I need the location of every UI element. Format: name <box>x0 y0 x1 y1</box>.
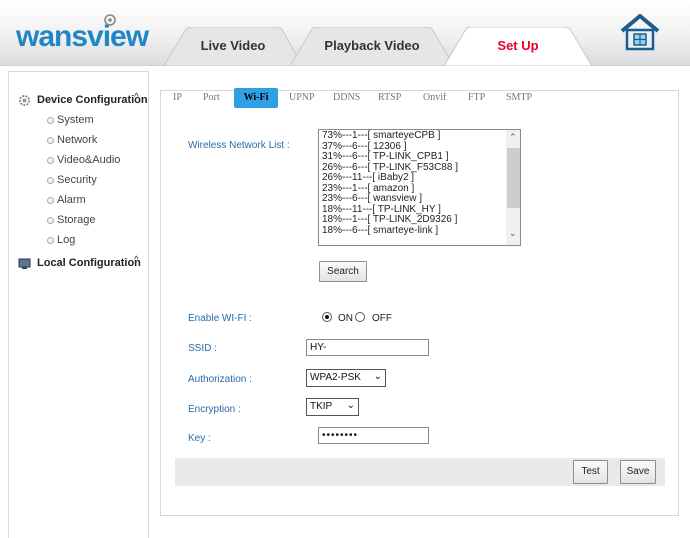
tab-playback-video-label: Playback Video <box>324 38 420 53</box>
bullet-icon <box>47 117 54 124</box>
settings-subtabs: IP Port Wi-Fi UPNP DDNS RTSP Onvif FTP S… <box>160 88 679 108</box>
sidebar-item-storage[interactable]: Storage <box>9 211 148 231</box>
bullet-icon <box>47 197 54 204</box>
bullet-icon <box>47 137 54 144</box>
network-list-item[interactable]: 31%---6---[ TP-LINK_CPB1 ] <box>322 151 507 163</box>
sidebar-item-label: Security <box>57 174 97 186</box>
sidebar-item-video-audio[interactable]: Video&Audio <box>9 151 148 171</box>
wansview-logo: wansview <box>15 14 151 53</box>
key-label: Key : <box>188 433 211 444</box>
test-button[interactable]: Test <box>573 460 608 484</box>
left-nav-panel: Device Configuration ^ System Network Vi… <box>8 71 149 538</box>
tab-set-up-label: Set Up <box>497 38 539 53</box>
tab-live-video[interactable]: Live Video <box>164 27 302 66</box>
list-scrollbar[interactable]: ⌃ ⌄ <box>506 130 520 245</box>
subtab-wifi[interactable]: Wi-Fi <box>234 88 278 108</box>
subtab-ftp[interactable]: FTP <box>468 92 485 103</box>
authorization-label: Authorization : <box>188 374 252 385</box>
local-configuration-header[interactable]: Local Configuration ^ <box>9 254 148 273</box>
network-list-item[interactable]: 18%---6---[ smarteye-link ] <box>322 225 507 237</box>
scroll-up-icon[interactable]: ⌃ <box>509 132 517 143</box>
subtab-rtsp[interactable]: RTSP <box>378 92 401 103</box>
encryption-label: Encryption : <box>188 404 241 415</box>
wifi-off-radio[interactable] <box>355 312 365 322</box>
sidebar-item-label: System <box>57 114 94 126</box>
wireless-network-listbox[interactable]: 73%---1---[ smarteyeCPB ] 37%---6---[ 12… <box>318 129 521 246</box>
subtab-wifi-label: Wi-Fi <box>243 92 269 103</box>
ssid-label: SSID : <box>188 343 217 354</box>
bullet-icon <box>47 157 54 164</box>
enable-wifi-label: Enable WI-FI : <box>188 313 252 324</box>
subtab-ip[interactable]: IP <box>173 92 182 103</box>
subtab-port[interactable]: Port <box>203 92 220 103</box>
sidebar-item-security[interactable]: Security <box>9 171 148 191</box>
chevron-down-icon: ⌄ <box>373 371 382 382</box>
bullet-icon <box>47 217 54 224</box>
network-list-item[interactable]: 23%---6---[ wansview ] <box>322 193 507 205</box>
key-password-input[interactable]: •••••••• <box>318 427 429 444</box>
device-configuration-label: Device Configuration <box>37 94 148 106</box>
tab-live-video-label: Live Video <box>200 38 266 53</box>
home-icon[interactable] <box>619 12 661 52</box>
scroll-down-icon[interactable]: ⌄ <box>509 228 517 239</box>
scrollbar-thumb[interactable] <box>507 148 520 208</box>
sidebar-item-log[interactable]: Log <box>9 231 148 251</box>
device-configuration-header[interactable]: Device Configuration ^ <box>9 91 148 110</box>
tab-set-up[interactable]: Set Up <box>444 27 592 66</box>
collapse-caret-icon[interactable]: ^ <box>134 255 139 266</box>
wireless-network-list-label: Wireless Network List : <box>188 140 290 151</box>
gear-icon <box>19 95 30 106</box>
subtab-ddns[interactable]: DDNS <box>333 92 360 103</box>
authorization-select[interactable]: WPA2-PSK ⌄ <box>306 369 386 387</box>
top-header: wansview Live Video Playback Video Set U… <box>0 0 690 66</box>
local-configuration-label: Local Configuration <box>37 257 141 269</box>
sidebar-item-label: Storage <box>57 214 96 226</box>
wifi-on-radio[interactable] <box>322 312 332 322</box>
chevron-down-icon: ⌄ <box>346 400 355 411</box>
bullet-icon <box>47 237 54 244</box>
logo-text: wansview <box>15 20 150 53</box>
save-button[interactable]: Save <box>620 460 656 484</box>
sidebar-item-network[interactable]: Network <box>9 131 148 151</box>
sidebar-item-label: Log <box>57 234 76 246</box>
encryption-select[interactable]: TKIP ⌄ <box>306 398 359 416</box>
sidebar-item-label: Video&Audio <box>57 154 121 166</box>
subtab-smtp[interactable]: SMTP <box>506 92 532 103</box>
tab-playback-video[interactable]: Playback Video <box>290 27 454 66</box>
subtab-onvif[interactable]: Onvif <box>423 92 446 103</box>
network-list-item[interactable]: 73%---1---[ smarteyeCPB ] <box>322 130 507 142</box>
wifi-off-label: OFF <box>372 313 392 324</box>
search-button[interactable]: Search <box>319 261 367 282</box>
encryption-value: TKIP <box>310 401 333 412</box>
ssid-input[interactable]: HY- <box>306 339 429 356</box>
subtab-upnp[interactable]: UPNP <box>289 92 315 103</box>
wifi-on-label: ON <box>338 313 353 324</box>
sidebar-item-system[interactable]: System <box>9 111 148 131</box>
collapse-caret-icon[interactable]: ^ <box>134 92 139 103</box>
monitor-icon <box>18 258 31 269</box>
network-list-item[interactable]: 26%---11---[ iBaby2 ] <box>322 172 507 184</box>
sidebar-item-alarm[interactable]: Alarm <box>9 191 148 211</box>
sidebar-item-label: Network <box>57 134 98 146</box>
network-list-item[interactable]: 18%---1---[ TP-LINK_2D9326 ] <box>322 214 507 226</box>
bullet-icon <box>47 177 54 184</box>
sidebar-item-label: Alarm <box>57 194 86 206</box>
authorization-value: WPA2-PSK <box>310 372 361 383</box>
